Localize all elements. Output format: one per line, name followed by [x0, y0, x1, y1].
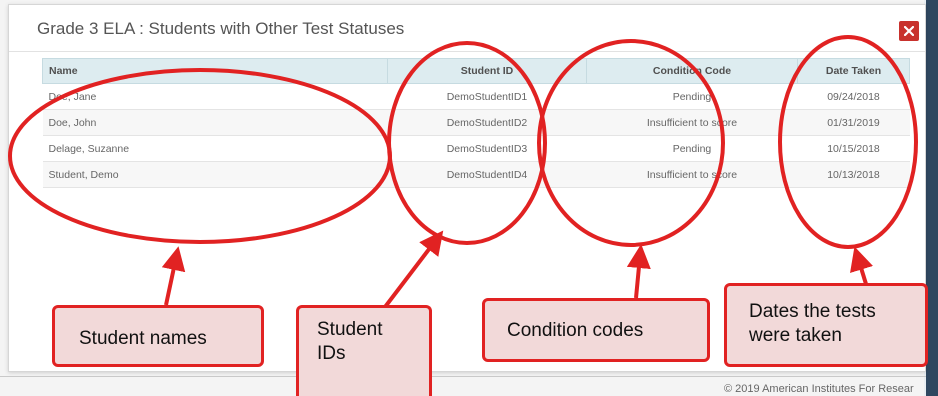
- cell-name: Student, Demo: [42, 161, 388, 188]
- cell-condition-code: Insufficient to score: [586, 161, 798, 188]
- title-divider: [9, 51, 925, 52]
- column-header-student-id[interactable]: Student ID: [387, 58, 587, 84]
- cell-student-id: DemoStudentID3: [387, 135, 587, 162]
- column-header-date-taken[interactable]: Date Taken: [797, 58, 910, 84]
- cell-condition-code: Insufficient to score: [586, 109, 798, 136]
- callout-student-ids: Student IDs: [296, 305, 432, 396]
- callout-text: Student names: [79, 328, 207, 349]
- callout-text: Condition codes: [507, 320, 644, 341]
- status-table: Name Student ID Condition Code Date Take…: [42, 58, 910, 188]
- copyright-text: © 2019 American Institutes For Resear: [724, 383, 914, 395]
- cell-name: Doe, John: [42, 109, 388, 136]
- callout-text-line-1: Dates the tests: [749, 301, 876, 322]
- callout-text-line-2: IDs: [317, 343, 346, 364]
- column-header-name[interactable]: Name: [42, 58, 388, 84]
- cell-date-taken: 09/24/2018: [797, 83, 910, 110]
- callout-student-names: Student names: [52, 305, 264, 367]
- modal-title: Grade 3 ELA : Students with Other Test S…: [37, 19, 405, 38]
- cell-condition-code: Pending: [586, 83, 798, 110]
- cell-date-taken: 10/15/2018: [797, 135, 910, 162]
- cell-student-id: DemoStudentID2: [387, 109, 587, 136]
- callout-text-line-1: Student: [317, 319, 383, 340]
- cell-student-id: DemoStudentID4: [387, 161, 587, 188]
- close-button[interactable]: [899, 21, 919, 41]
- cell-student-id: DemoStudentID1: [387, 83, 587, 110]
- callout-text-line-2: were taken: [749, 325, 842, 346]
- table-row: Student, Demo DemoStudentID4 Insufficien…: [42, 161, 910, 188]
- table-header-row: Name Student ID Condition Code Date Take…: [42, 58, 910, 84]
- column-header-condition-code[interactable]: Condition Code: [586, 58, 798, 84]
- table-row: Doe, Jane DemoStudentID1 Pending 09/24/2…: [42, 83, 910, 110]
- cell-name: Delage, Suzanne: [42, 135, 388, 162]
- cell-date-taken: 10/13/2018: [797, 161, 910, 188]
- callout-dates-taken: Dates the tests were taken: [724, 283, 928, 367]
- cell-condition-code: Pending: [586, 135, 798, 162]
- table-row: Delage, Suzanne DemoStudentID3 Pending 1…: [42, 135, 910, 162]
- callout-condition-codes: Condition codes: [482, 298, 710, 362]
- table-row: Doe, John DemoStudentID2 Insufficient to…: [42, 109, 910, 136]
- footer-divider: [0, 376, 926, 377]
- close-icon: [904, 26, 914, 36]
- cell-date-taken: 01/31/2019: [797, 109, 910, 136]
- cell-name: Doe, Jane: [42, 83, 388, 110]
